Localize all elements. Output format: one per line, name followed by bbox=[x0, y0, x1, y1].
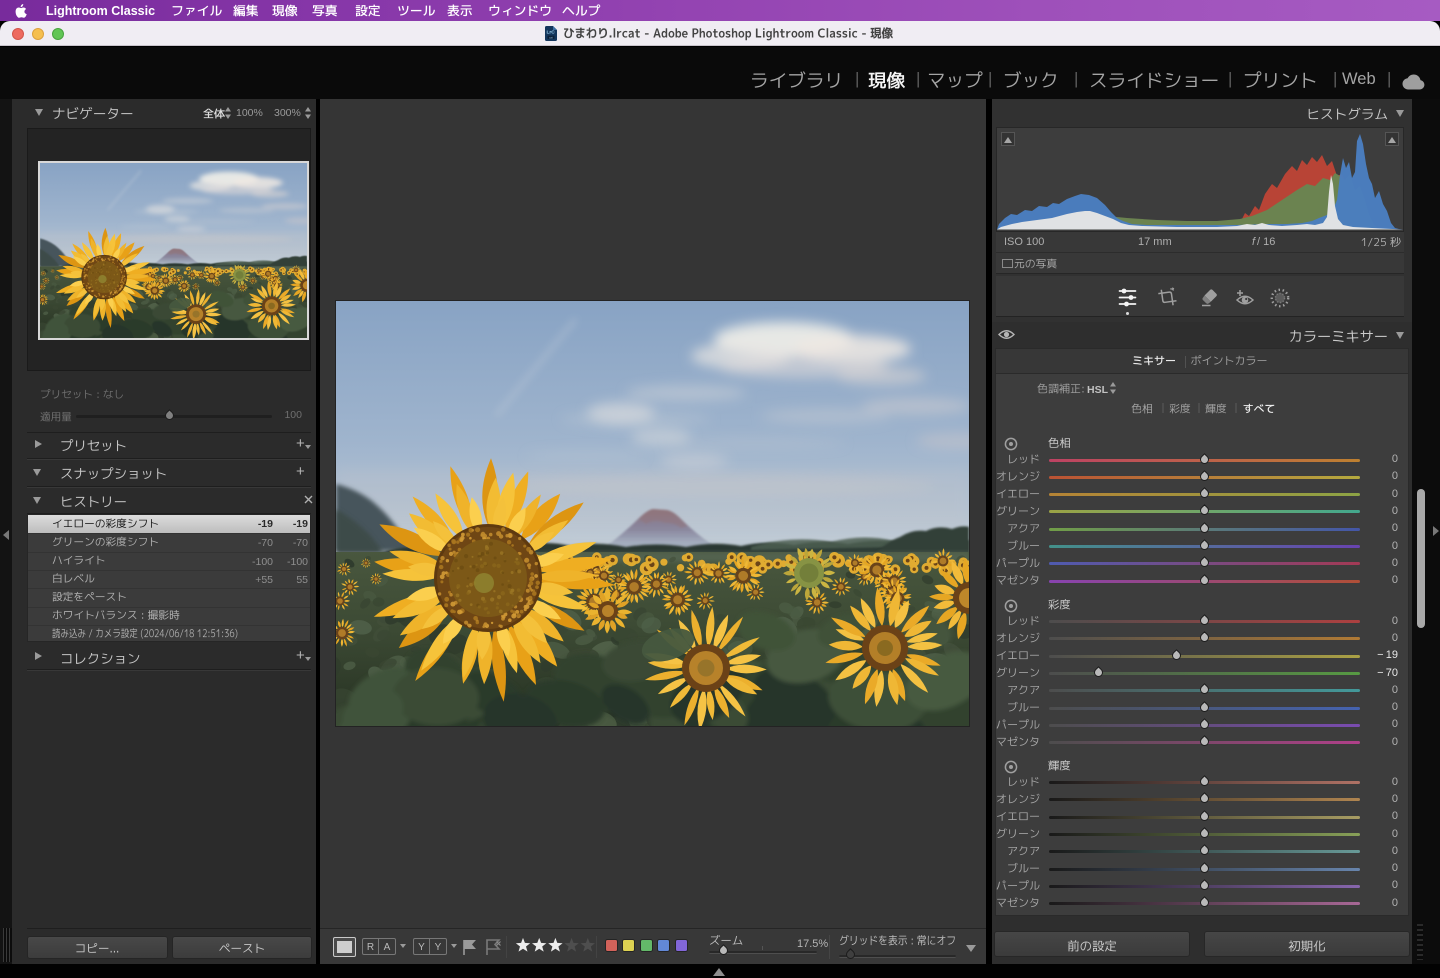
svg-text:cat: cat bbox=[549, 35, 553, 39]
